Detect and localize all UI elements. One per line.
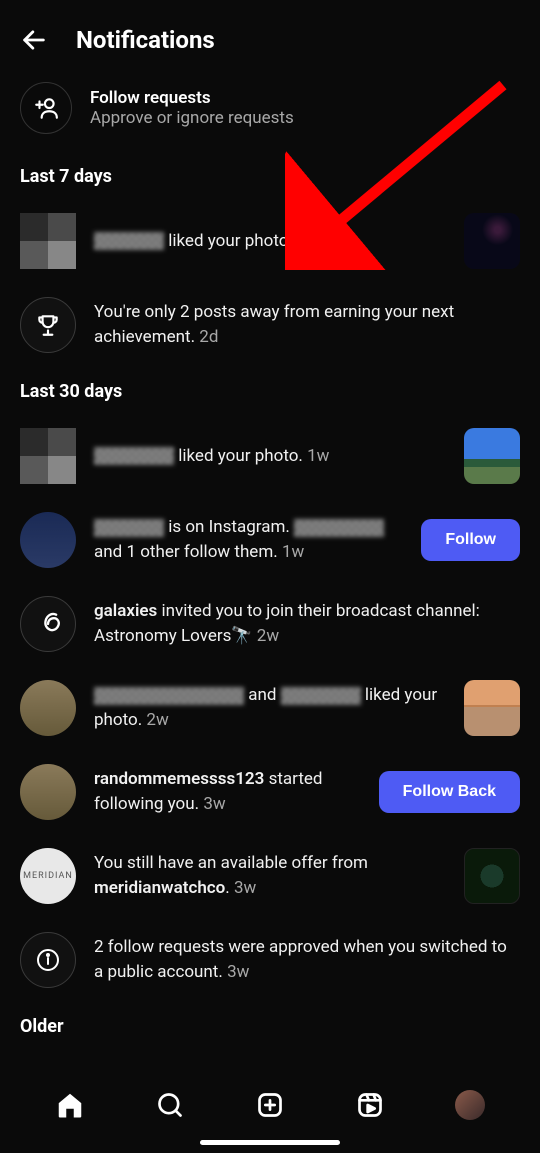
trophy-icon	[20, 297, 76, 353]
notification-text: liked your photo. 2d	[94, 229, 446, 254]
notification-text: randommemessss123 started following you.…	[94, 767, 361, 816]
follow-requests-subtitle: Approve or ignore requests	[90, 108, 294, 128]
avatar	[20, 596, 76, 652]
section-older: Older	[0, 1002, 540, 1049]
home-indicator	[200, 1140, 340, 1145]
notification-like[interactable]: liked your photo. 1w	[0, 414, 540, 498]
notification-on-instagram[interactable]: is on Instagram. and 1 other follow them…	[0, 498, 540, 582]
notification-text: is on Instagram. and 1 other follow them…	[94, 515, 403, 564]
nav-profile-avatar[interactable]	[454, 1089, 486, 1121]
notification-text: liked your photo. 1w	[94, 444, 446, 469]
back-button[interactable]	[20, 26, 48, 54]
nav-search-icon[interactable]	[154, 1089, 186, 1121]
offer-thumbnail[interactable]	[464, 848, 520, 904]
page-title: Notifications	[76, 26, 215, 54]
nav-create-icon[interactable]	[254, 1089, 286, 1121]
notification-new-follower[interactable]: randommemessss123 started following you.…	[0, 750, 540, 834]
notification-text: You still have an available offer from m…	[94, 851, 446, 900]
notification-text: 2 follow requests were approved when you…	[94, 935, 520, 984]
follow-requests-title: Follow requests	[90, 88, 294, 108]
section-last-7-days: Last 7 days	[0, 152, 540, 199]
follow-requests-icon	[20, 82, 72, 134]
follow-back-button[interactable]: Follow Back	[379, 771, 520, 813]
avatar	[20, 428, 76, 484]
follow-requests-row[interactable]: Follow requests Approve or ignore reques…	[0, 74, 540, 152]
notification-achievement[interactable]: You're only 2 posts away from earning yo…	[0, 283, 540, 367]
notification-like[interactable]: liked your photo. 2d	[0, 199, 540, 283]
avatar	[20, 213, 76, 269]
avatar	[20, 512, 76, 568]
notification-broadcast-invite[interactable]: galaxies invited you to join their broad…	[0, 582, 540, 666]
notification-text: galaxies invited you to join their broad…	[94, 599, 520, 648]
nav-home-icon[interactable]	[54, 1089, 86, 1121]
photo-thumbnail[interactable]	[464, 680, 520, 736]
follow-button[interactable]: Follow	[421, 519, 520, 561]
notification-text: and liked your photo. 2w	[94, 683, 446, 732]
section-last-30-days: Last 30 days	[0, 367, 540, 414]
notification-text: You're only 2 posts away from earning yo…	[94, 300, 520, 349]
photo-thumbnail[interactable]	[464, 428, 520, 484]
nav-reels-icon[interactable]	[354, 1089, 386, 1121]
info-icon	[20, 932, 76, 988]
notification-offer[interactable]: MERIDIAN You still have an available off…	[0, 834, 540, 918]
bottom-nav	[0, 1073, 540, 1153]
photo-thumbnail[interactable]	[464, 213, 520, 269]
notification-like[interactable]: and liked your photo. 2w	[0, 666, 540, 750]
notification-info[interactable]: 2 follow requests were approved when you…	[0, 918, 540, 1002]
avatar: MERIDIAN	[20, 848, 76, 904]
avatar	[20, 764, 76, 820]
avatar	[20, 680, 76, 736]
